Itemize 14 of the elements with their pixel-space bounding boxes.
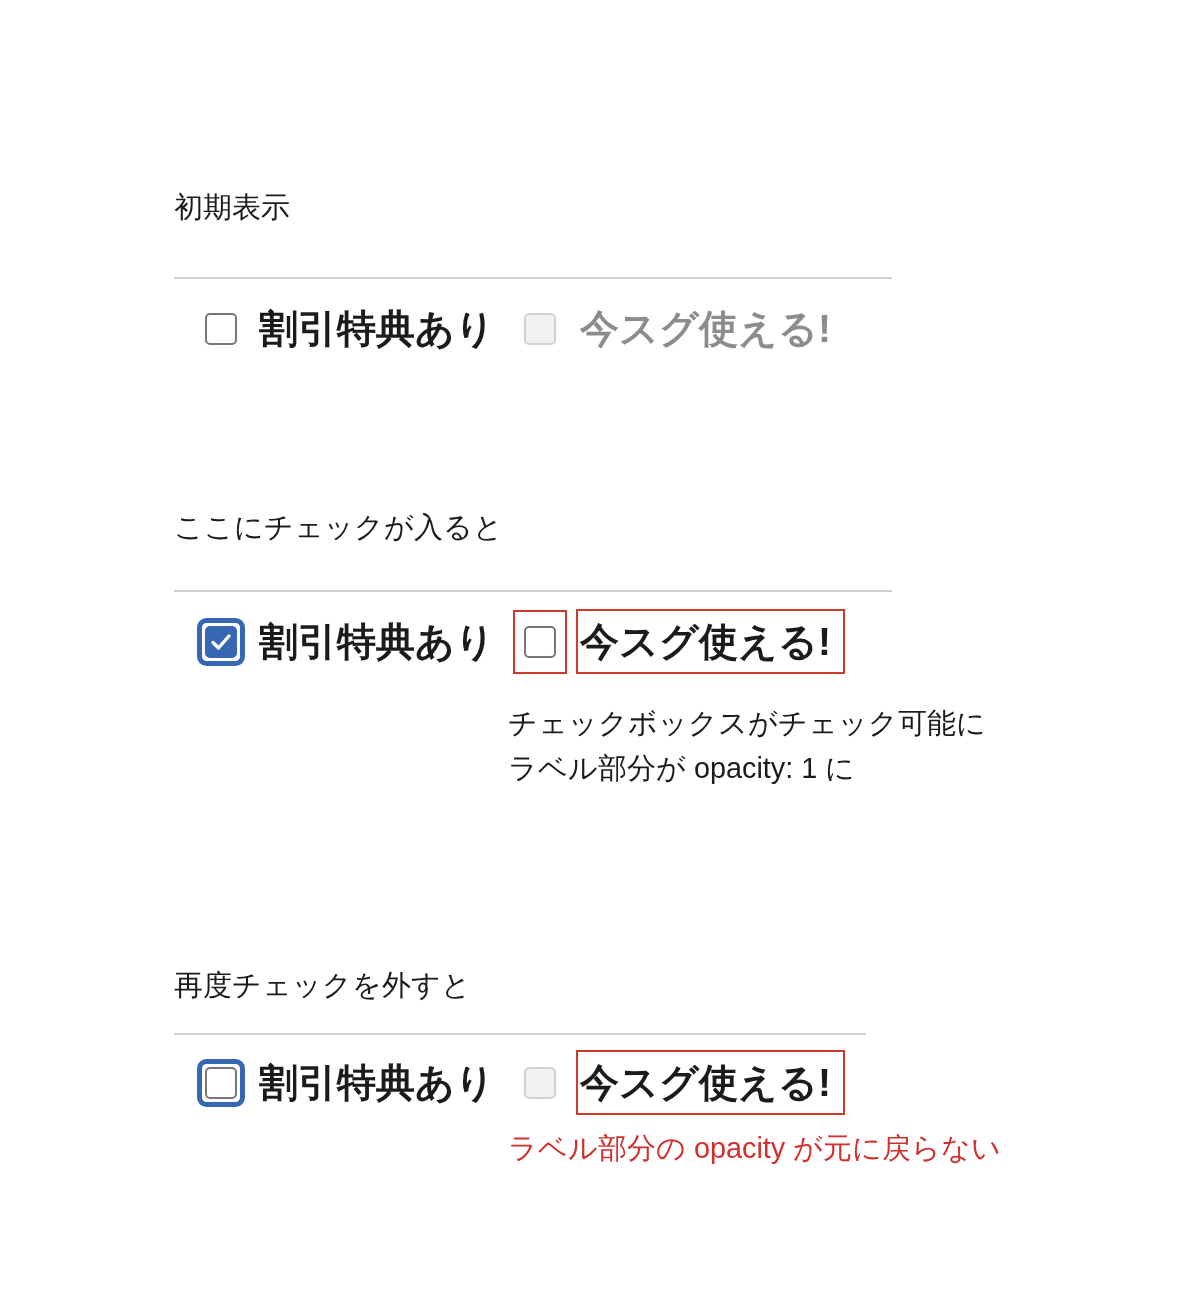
note-text: ラベル部分の opacity が元に戻らない xyxy=(508,1131,1002,1166)
checkbox[interactable] xyxy=(197,617,245,666)
checkbox[interactable] xyxy=(205,312,237,345)
note-text: チェックボックスがチェック可能に xyxy=(508,706,986,741)
section-heading: 初期表示 xyxy=(174,190,290,225)
section-heading: 再度チェックを外すと xyxy=(174,968,471,1003)
checkbox-label[interactable]: 割引特典あり xyxy=(255,609,509,674)
checkbox[interactable] xyxy=(524,625,556,658)
checkbox-label[interactable]: 今スグ使える! xyxy=(576,609,845,674)
section-heading: ここにチェックが入ると xyxy=(174,510,503,545)
checkbox-label[interactable]: 割引特典あり xyxy=(255,296,509,361)
checkbox[interactable] xyxy=(197,1058,245,1107)
note-text: ラベル部分が opacity: 1 に xyxy=(508,751,856,786)
checkbox-label[interactable]: 割引特典あり xyxy=(255,1050,509,1115)
